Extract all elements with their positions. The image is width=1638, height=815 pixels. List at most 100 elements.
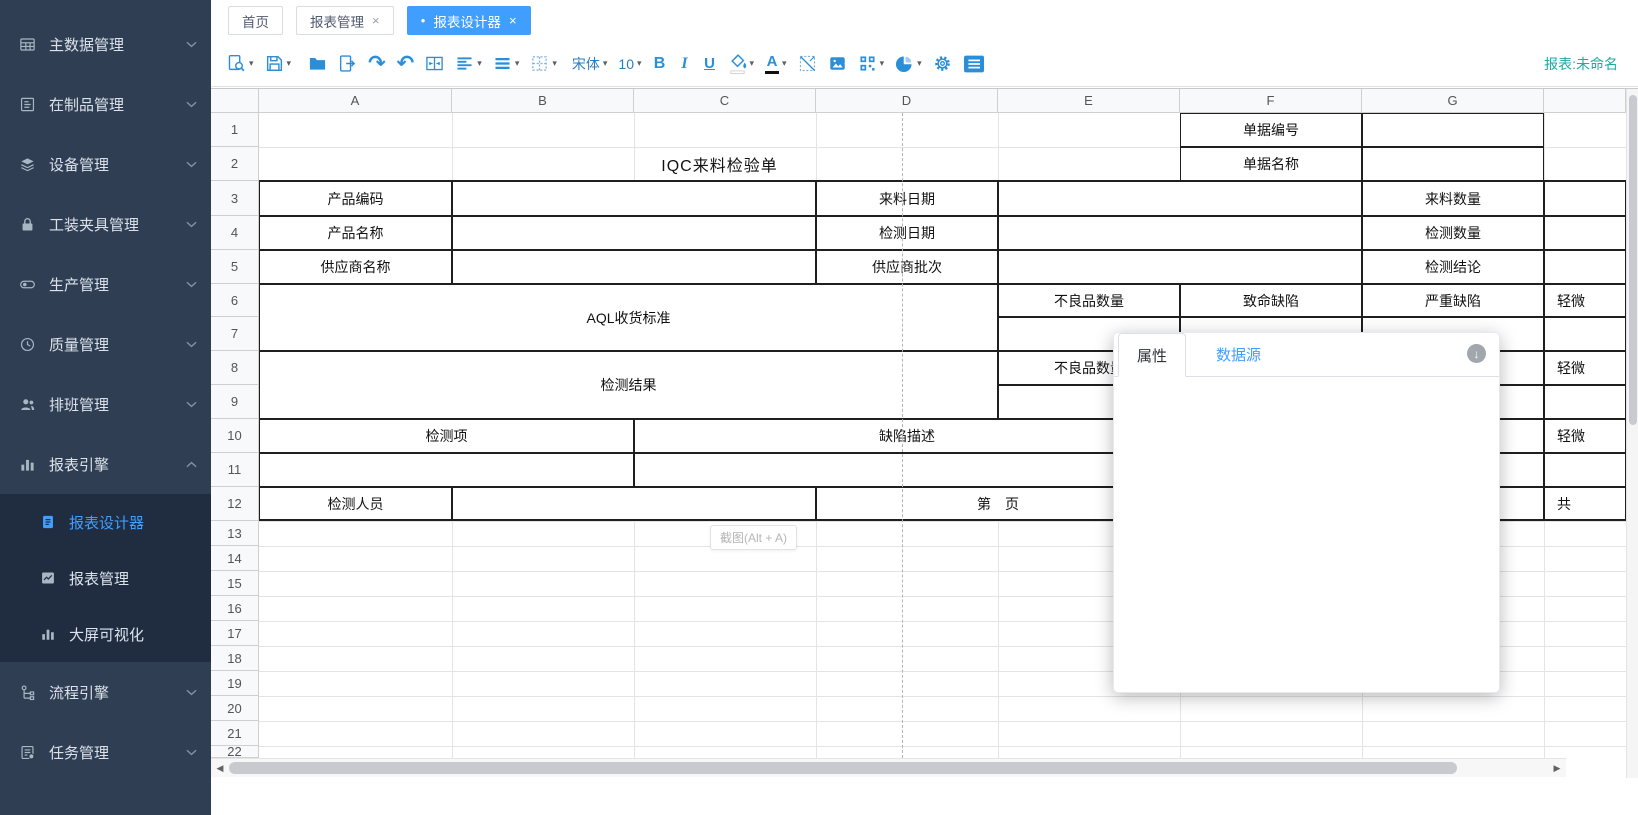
tab-home[interactable]: 首页 <box>228 6 283 35</box>
sheet-cell[interactable] <box>1544 181 1626 216</box>
sheet-cell[interactable]: AQL收货标准 <box>259 284 998 351</box>
bold-button[interactable]: B <box>649 54 671 74</box>
vertical-scrollbar[interactable] <box>1626 89 1638 778</box>
spreadsheet[interactable]: 截图(Alt + A) 属性 数据源 ↓ ◀ ▶ ABCDEFG12345678… <box>211 88 1638 778</box>
sheet-cell[interactable] <box>452 487 816 521</box>
scroll-right-icon[interactable]: ▶ <box>1549 761 1565 775</box>
row-header-8[interactable]: 8 <box>211 351 259 385</box>
font-color-button[interactable]: A ▾ <box>761 52 791 76</box>
select-all-corner[interactable] <box>211 89 259 113</box>
tab-report-management[interactable]: 报表管理 × <box>296 6 394 35</box>
row-header-12[interactable]: 12 <box>211 487 259 521</box>
sheet-cell[interactable]: 检测日期 <box>816 216 998 250</box>
row-header-15[interactable]: 15 <box>211 571 259 596</box>
align-button[interactable]: ▾ <box>451 52 486 75</box>
chart-button[interactable]: ▾ <box>891 52 926 75</box>
undo-button[interactable]: ↶ <box>393 51 419 76</box>
column-header-partial[interactable] <box>1544 89 1626 113</box>
borders-button[interactable]: ▾ <box>526 52 561 75</box>
row-header-22[interactable]: 22 <box>211 746 259 758</box>
sidebar-item-工装夹具管理[interactable]: 工装夹具管理 <box>0 194 211 254</box>
sheet-cell[interactable] <box>1544 250 1626 284</box>
row-header-6[interactable]: 6 <box>211 284 259 317</box>
column-header-E[interactable]: E <box>998 89 1180 113</box>
sheet-cell[interactable] <box>452 250 816 284</box>
sheet-cell[interactable]: 产品编码 <box>259 181 452 216</box>
sidebar-subitem-大屏可视化[interactable]: 大屏可视化 <box>0 606 211 662</box>
row-header-18[interactable]: 18 <box>211 646 259 671</box>
sheet-cell[interactable] <box>1362 113 1544 147</box>
row-header-10[interactable]: 10 <box>211 419 259 453</box>
sheet-cell[interactable] <box>1544 385 1626 419</box>
column-header-D[interactable]: D <box>816 89 998 113</box>
sheet-cell[interactable] <box>998 250 1362 284</box>
sheet-cell[interactable] <box>452 216 816 250</box>
column-header-F[interactable]: F <box>1180 89 1362 113</box>
row-header-11[interactable]: 11 <box>211 453 259 487</box>
row-header-5[interactable]: 5 <box>211 250 259 284</box>
sheet-cell[interactable]: 来料数量 <box>1362 181 1544 216</box>
underline-button[interactable]: U <box>699 54 721 73</box>
diagonal-cell-button[interactable] <box>794 52 821 75</box>
tab-datasource[interactable]: 数据源 <box>1198 333 1279 376</box>
sheet-cell[interactable]: 严重缺陷 <box>1362 284 1544 317</box>
sheet-cell[interactable]: 检测项 <box>259 419 634 453</box>
scroll-left-icon[interactable]: ◀ <box>212 761 228 775</box>
sheet-cell[interactable]: 不良品数量 <box>998 284 1180 317</box>
sheet-cell[interactable]: 检测数量 <box>1362 216 1544 250</box>
export-button[interactable] <box>334 52 361 75</box>
sheet-cell[interactable]: 供应商名称 <box>259 250 452 284</box>
sheet-cell[interactable]: 检测结论 <box>1362 250 1544 284</box>
sheet-cell[interactable] <box>1544 216 1626 250</box>
row-header-16[interactable]: 16 <box>211 596 259 621</box>
sidebar-item-设备管理[interactable]: 设备管理 <box>0 134 211 194</box>
sidebar-item-质量管理[interactable]: 质量管理 <box>0 314 211 374</box>
sidebar-item-生产管理[interactable]: 生产管理 <box>0 254 211 314</box>
sheet-cell[interactable]: IQC来料检验单 <box>259 147 1180 181</box>
column-header-G[interactable]: G <box>1362 89 1544 113</box>
row-header-20[interactable]: 20 <box>211 696 259 721</box>
row-header-1[interactable]: 1 <box>211 113 259 147</box>
preview-button[interactable]: ▾ <box>223 52 258 75</box>
row-height-button[interactable]: ▾ <box>489 52 524 75</box>
column-header-A[interactable]: A <box>259 89 452 113</box>
sheet-cell[interactable] <box>998 181 1362 216</box>
save-button[interactable]: ▾ <box>261 52 296 75</box>
sidebar-item-排班管理[interactable]: 排班管理 <box>0 374 211 434</box>
sheet-cell[interactable]: 致命缺陷 <box>1180 284 1362 317</box>
settings-button[interactable] <box>929 52 956 75</box>
sheet-cell[interactable]: 产品名称 <box>259 216 452 250</box>
sidebar-item-在制品管理[interactable]: 在制品管理 <box>0 74 211 134</box>
row-header-14[interactable]: 14 <box>211 546 259 571</box>
font-family-select[interactable]: 宋体 ▾ <box>568 52 612 76</box>
row-header-21[interactable]: 21 <box>211 721 259 746</box>
sheet-cell[interactable] <box>634 453 1180 487</box>
v-scrollbar-thumb[interactable] <box>1629 95 1637 425</box>
sidebar-item-任务管理[interactable]: 任务管理 <box>0 722 211 782</box>
sheet-cell[interactable]: 检测人员 <box>259 487 452 521</box>
row-header-7[interactable]: 7 <box>211 317 259 351</box>
open-button[interactable] <box>304 52 331 75</box>
row-header-13[interactable]: 13 <box>211 521 259 546</box>
h-scrollbar-thumb[interactable] <box>229 762 1457 774</box>
sidebar-item-报表引擎[interactable]: 报表引擎 <box>0 434 211 494</box>
sidebar-subitem-报表管理[interactable]: 报表管理 <box>0 550 211 606</box>
sheet-cell[interactable]: 单据编号 <box>1180 113 1362 147</box>
row-header-9[interactable]: 9 <box>211 385 259 419</box>
sheet-cell[interactable]: 单据名称 <box>1180 147 1362 181</box>
sheet-cell[interactable]: 轻微 <box>1544 419 1626 453</box>
sheet-cell[interactable]: 检测结果 <box>259 351 998 419</box>
sidebar-item-主数据管理[interactable]: 主数据管理 <box>0 14 211 74</box>
sheet-cell[interactable] <box>259 453 634 487</box>
sheet-cell[interactable]: 来料日期 <box>816 181 998 216</box>
sheet-cell[interactable]: 轻微 <box>1544 351 1626 385</box>
sheet-cell[interactable]: 共 <box>1544 487 1626 521</box>
font-size-select[interactable]: 10 ▾ <box>614 54 645 74</box>
sheet-cell[interactable] <box>1544 317 1626 351</box>
row-header-19[interactable]: 19 <box>211 671 259 696</box>
sheet-cell[interactable]: 供应商批次 <box>816 250 998 284</box>
fill-color-button[interactable]: ▾ <box>724 51 759 77</box>
tab-properties[interactable]: 属性 <box>1118 333 1186 377</box>
row-header-17[interactable]: 17 <box>211 621 259 646</box>
sheet-cell[interactable]: 轻微 <box>1544 284 1626 317</box>
